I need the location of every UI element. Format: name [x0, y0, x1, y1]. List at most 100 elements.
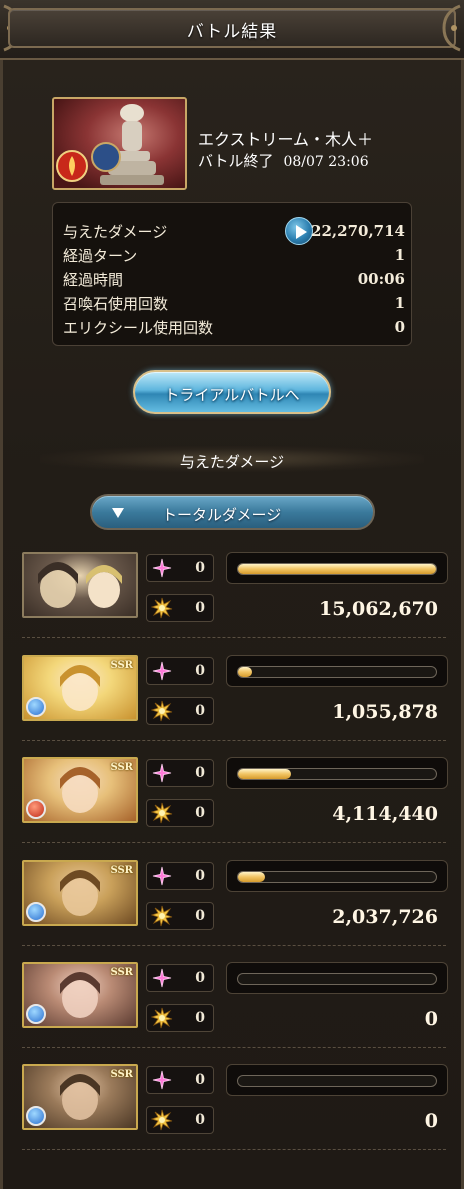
rarity-badge: SSR	[110, 762, 133, 773]
character-portrait[interactable]: SSR	[22, 962, 138, 1028]
stat-label: エリクシール使用回数	[63, 319, 214, 337]
stat-row-turns: 経過ターン 1	[63, 241, 405, 265]
charge-attack-count: 0	[146, 554, 214, 582]
stat-row-time: 経過時間 00:06	[63, 265, 405, 289]
row-divider	[22, 945, 446, 946]
charge-attack-count: 0	[146, 657, 214, 685]
damage-share-fill	[238, 667, 252, 677]
trial-battle-label: トライアルバトルへ	[164, 386, 300, 404]
damage-value: 1,055,878	[332, 701, 438, 723]
damage-share-bar	[226, 655, 448, 687]
row-divider	[22, 637, 446, 638]
pink-star-icon	[152, 661, 172, 681]
damage-share-bar	[226, 860, 448, 892]
skill-use-value: 0	[195, 908, 205, 924]
quest-thumbnail	[52, 97, 187, 190]
stat-label: 召喚石使用回数	[63, 295, 169, 313]
character-portrait[interactable]: SSR	[22, 655, 138, 721]
gold-burst-icon	[151, 1007, 173, 1029]
rarity-badge: SSR	[110, 1069, 133, 1080]
stat-row-damage: 与えたダメージ 22,270,714	[63, 217, 405, 245]
party-member-row: SSR 0 0 2,037,726	[18, 860, 448, 952]
damage-share-bar	[226, 962, 448, 994]
skill-use-count: 0	[146, 697, 214, 725]
charge-attack-count: 0	[146, 1066, 214, 1094]
pink-star-icon	[152, 1070, 172, 1090]
skill-use-count: 0	[146, 594, 214, 622]
water-element-icon	[26, 1106, 46, 1126]
pink-star-icon	[152, 558, 172, 578]
trial-battle-button[interactable]: トライアルバトルへ	[133, 370, 331, 414]
pink-star-icon	[152, 763, 172, 783]
water-element-icon	[26, 697, 46, 717]
damage-share-fill	[238, 872, 265, 882]
skill-use-count: 0	[146, 902, 214, 930]
charge-attack-count: 0	[146, 964, 214, 992]
gold-burst-icon	[151, 700, 173, 722]
charge-attack-count: 0	[146, 759, 214, 787]
battle-end-datetime: 08/07 23:06	[283, 154, 369, 170]
skill-use-value: 0	[195, 600, 205, 616]
damage-share-track	[237, 973, 437, 985]
character-portrait[interactable]: SSR	[22, 860, 138, 926]
training-dummy-icon	[54, 99, 185, 188]
charge-attack-value: 0	[195, 868, 205, 884]
party-member-row: SSR 0 0 1,055,878	[18, 655, 448, 747]
gold-burst-icon	[151, 802, 173, 824]
stat-value: 1	[394, 294, 405, 312]
stat-label: 経過ターン	[63, 247, 138, 265]
party-member-row: 0 0 15,062,670	[18, 552, 448, 644]
triangle-down-icon	[112, 508, 124, 518]
quest-name: エクストリーム・木人＋	[198, 130, 374, 149]
charge-attack-value: 0	[195, 765, 205, 781]
row-divider	[22, 1149, 446, 1150]
gold-burst-icon	[151, 597, 173, 619]
rarity-badge: SSR	[110, 865, 133, 876]
damage-value: 4,114,440	[332, 803, 438, 825]
gold-burst-icon	[151, 905, 173, 927]
character-portrait[interactable]: SSR	[22, 757, 138, 823]
damage-share-bar	[226, 1064, 448, 1096]
charge-attack-value: 0	[195, 560, 205, 576]
stat-row-elixir: エリクシール使用回数 0	[63, 313, 405, 337]
skill-use-count: 0	[146, 1106, 214, 1134]
damage-value: 15,062,670	[319, 598, 438, 620]
damage-value: 0	[424, 1110, 438, 1132]
battle-stats: 与えたダメージ 22,270,714 経過ターン 1 経過時間 00:06 召喚…	[52, 202, 412, 346]
damage-share-track	[237, 871, 437, 883]
skill-use-count: 0	[146, 1004, 214, 1032]
stat-label: 経過時間	[63, 271, 124, 289]
stat-value: 00:06	[357, 270, 405, 288]
gold-burst-icon	[151, 1109, 173, 1131]
page-title: バトル結果	[186, 22, 278, 42]
party-member-row: SSR 0 0 4,114,440	[18, 757, 448, 849]
header: バトル結果	[0, 0, 464, 60]
battle-end-line: バトル終了 08/07 23:06	[198, 150, 369, 171]
damage-share-track	[237, 768, 437, 780]
character-art-icon	[38, 562, 122, 608]
damage-value: 2,037,726	[332, 906, 438, 928]
character-portrait[interactable]	[22, 552, 138, 618]
stat-label: 与えたダメージ	[63, 223, 168, 241]
damage-type-dropdown[interactable]: トータルダメージ	[90, 494, 375, 530]
damage-value: 0	[424, 1008, 438, 1030]
character-portrait[interactable]: SSR	[22, 1064, 138, 1130]
skill-use-value: 0	[195, 805, 205, 821]
battle-end-label: バトル終了	[198, 152, 274, 170]
skill-use-value: 0	[195, 703, 205, 719]
stat-value: 22,270,714	[311, 222, 405, 240]
stat-value: 0	[394, 318, 405, 336]
rarity-badge: SSR	[110, 967, 133, 978]
rarity-badge: SSR	[110, 660, 133, 671]
damage-share-fill	[238, 564, 436, 574]
row-divider	[22, 842, 446, 843]
charge-attack-value: 0	[195, 1072, 205, 1088]
dropdown-selected-label: トータルダメージ	[162, 506, 282, 524]
damage-share-bar	[226, 552, 448, 584]
row-divider	[22, 740, 446, 741]
skill-use-value: 0	[195, 1112, 205, 1128]
stat-row-summons: 召喚石使用回数 1	[63, 289, 405, 313]
party-member-row: SSR 0 0 0	[18, 1064, 448, 1156]
damage-share-track	[237, 563, 437, 575]
party-member-row: SSR 0 0 0	[18, 962, 448, 1054]
